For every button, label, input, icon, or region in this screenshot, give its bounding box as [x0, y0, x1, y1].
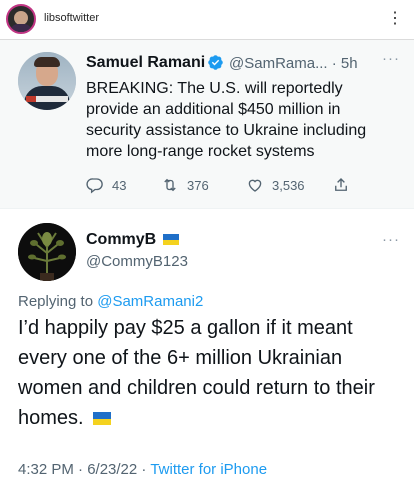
- reply-count: 43: [112, 177, 127, 193]
- like-count: 3,536: [272, 177, 305, 193]
- tweet-client-link[interactable]: Twitter for iPhone: [150, 461, 267, 478]
- profile-avatar[interactable]: [6, 4, 36, 34]
- quoted-more-icon[interactable]: ···: [382, 50, 400, 67]
- quoted-tweet: Samuel Ramani @SamRama... · 5h ··· BREAK…: [0, 40, 414, 208]
- reply-button[interactable]: 43: [86, 174, 126, 196]
- retweet-count: 376: [187, 177, 209, 193]
- replying-to-line: Replying to @SamRamani2: [18, 293, 203, 310]
- quoted-tweet-text: BREAKING: The U.S. will reportedly provi…: [86, 80, 367, 160]
- avatar-hair: [34, 57, 60, 67]
- plant-photo-icon: [18, 223, 76, 281]
- share-icon: [335, 178, 347, 191]
- main-tweet: CommyB @CommyB123 ··· Replying to @SamRa…: [0, 208, 414, 500]
- retweet-icon: [164, 178, 176, 192]
- instagram-username[interactable]: libsoftwitter: [44, 12, 99, 24]
- heart-icon: [248, 179, 262, 192]
- tweet-metadata: 4:32 PM · 6/23/22 · Twitter for iPhone: [18, 461, 267, 478]
- tweet-text: I’d happily pay $25 a gallon if it meant…: [18, 317, 375, 429]
- more-options-icon[interactable]: ⋮: [387, 8, 404, 28]
- share-button[interactable]: [332, 174, 358, 196]
- quoted-author-name[interactable]: Samuel Ramani: [86, 54, 205, 72]
- quoted-handle-time[interactable]: @SamRama... · 5h: [229, 55, 358, 72]
- replying-prefix: Replying to: [18, 293, 98, 310]
- tweet-more-icon[interactable]: ···: [382, 231, 400, 248]
- quoted-action-bar: 43 376 3,536: [86, 174, 406, 196]
- tweet-body: I’d happily pay $25 a gallon if it meant…: [18, 313, 402, 433]
- reply-icon: [86, 178, 103, 194]
- author-name[interactable]: CommyB: [86, 231, 156, 249]
- avatar-tv-banner-accent: [26, 96, 36, 102]
- avatar-face: [14, 11, 28, 25]
- flag-yellow-stripe: [163, 239, 179, 245]
- quoted-author-avatar[interactable]: [18, 52, 76, 110]
- ukraine-flag-icon: [93, 412, 112, 426]
- flag-yellow-stripe: [93, 418, 112, 426]
- verified-badge-icon: [208, 55, 223, 70]
- ukraine-flag-icon: [163, 234, 179, 245]
- author-handle[interactable]: @CommyB123: [86, 253, 188, 270]
- tweet-timestamp[interactable]: 4:32 PM · 6/23/22 ·: [18, 461, 150, 478]
- author-avatar[interactable]: [18, 223, 76, 281]
- like-button[interactable]: 3,536: [246, 174, 305, 196]
- avatar-shirt: [10, 24, 32, 32]
- replying-to-link[interactable]: @SamRamani2: [97, 293, 203, 310]
- retweet-button[interactable]: 376: [161, 174, 209, 196]
- instagram-post-header: libsoftwitter ⋮: [0, 0, 414, 40]
